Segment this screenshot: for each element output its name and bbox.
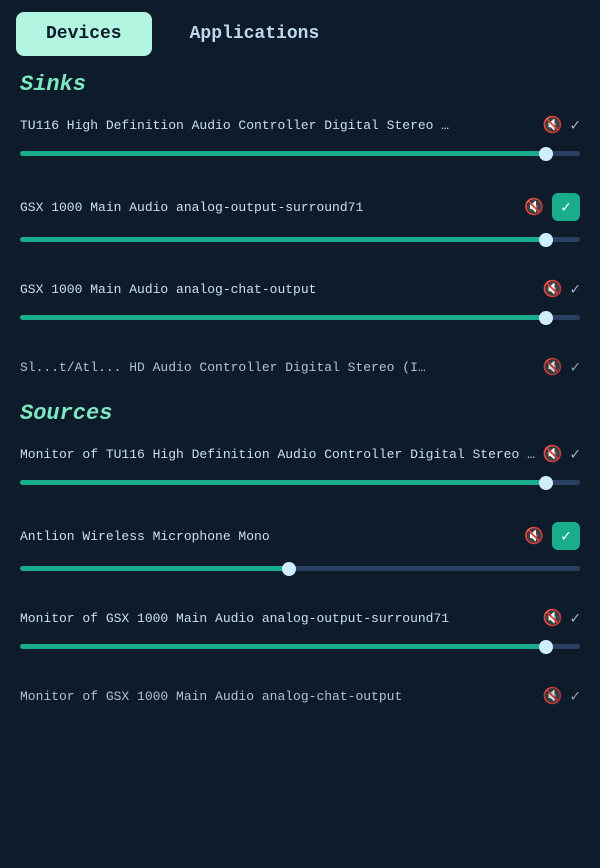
source-item-4: Monitor of GSX 1000 Main Audio analog-ch… [8,676,592,714]
sink-item-2: GSX 1000 Main Audio analog-output-surrou… [8,183,592,265]
sink-4-name: Sl...t/Atl... HD Audio Controller Digita… [20,360,542,375]
source-3-mute-icon[interactable]: 🔇 [542,608,562,628]
sources-title: Sources [0,385,600,434]
sink-item-4: Sl...t/Atl... HD Audio Controller Digita… [8,347,592,385]
source-4-mute-icon[interactable]: 🔇 [542,686,562,706]
source-item-1: Monitor of TU116 High Definition Audio C… [8,434,592,508]
source-3-volume-slider[interactable] [20,644,580,649]
source-4-check-icon[interactable]: ✓ [570,686,580,706]
sinks-section: Sinks TU116 High Definition Audio Contro… [0,56,600,385]
sink-item-1: TU116 High Definition Audio Controller D… [8,105,592,179]
tab-applications[interactable]: Applications [160,12,350,56]
sink-4-check-icon[interactable]: ✓ [570,357,580,377]
sink-1-check-icon[interactable]: ✓ [570,115,580,135]
source-1-volume-slider[interactable] [20,480,580,485]
source-item-3: Monitor of GSX 1000 Main Audio analog-ou… [8,598,592,672]
source-3-check-icon[interactable]: ✓ [570,608,580,628]
source-2-volume-slider[interactable] [20,566,580,571]
sources-section: Sources Monitor of TU116 High Definition… [0,385,600,714]
tab-bar: Devices Applications [0,0,600,56]
sink-3-name: GSX 1000 Main Audio analog-chat-output [20,282,542,297]
source-2-name: Antlion Wireless Microphone Mono [20,529,524,544]
sink-1-volume-slider[interactable] [20,151,580,156]
sink-3-volume-slider[interactable] [20,315,580,320]
source-2-mute-icon[interactable]: 🔇 [524,526,544,546]
sink-2-name: GSX 1000 Main Audio analog-output-surrou… [20,200,524,215]
sinks-title: Sinks [0,56,600,105]
source-4-name: Monitor of GSX 1000 Main Audio analog-ch… [20,689,542,704]
tab-devices[interactable]: Devices [16,12,152,56]
sink-3-check-icon[interactable]: ✓ [570,279,580,299]
source-item-2: Antlion Wireless Microphone Mono 🔇 ✓ [8,512,592,594]
source-1-check-icon[interactable]: ✓ [570,444,580,464]
sink-2-check-icon[interactable]: ✓ [552,193,580,221]
sinks-list: TU116 High Definition Audio Controller D… [0,105,600,385]
content-area: Sinks TU116 High Definition Audio Contro… [0,56,600,714]
sink-1-name: TU116 High Definition Audio Controller D… [20,118,542,133]
source-2-check-icon[interactable]: ✓ [552,522,580,550]
sink-2-mute-icon[interactable]: 🔇 [524,197,544,217]
sink-item-3: GSX 1000 Main Audio analog-chat-output 🔇… [8,269,592,343]
source-3-name: Monitor of GSX 1000 Main Audio analog-ou… [20,611,542,626]
source-1-name: Monitor of TU116 High Definition Audio C… [20,447,542,462]
sink-3-mute-icon[interactable]: 🔇 [542,279,562,299]
sink-2-volume-slider[interactable] [20,237,580,242]
sink-4-mute-icon[interactable]: 🔇 [542,357,562,377]
sources-list: Monitor of TU116 High Definition Audio C… [0,434,600,714]
sink-1-mute-icon[interactable]: 🔇 [542,115,562,135]
source-1-mute-icon[interactable]: 🔇 [542,444,562,464]
